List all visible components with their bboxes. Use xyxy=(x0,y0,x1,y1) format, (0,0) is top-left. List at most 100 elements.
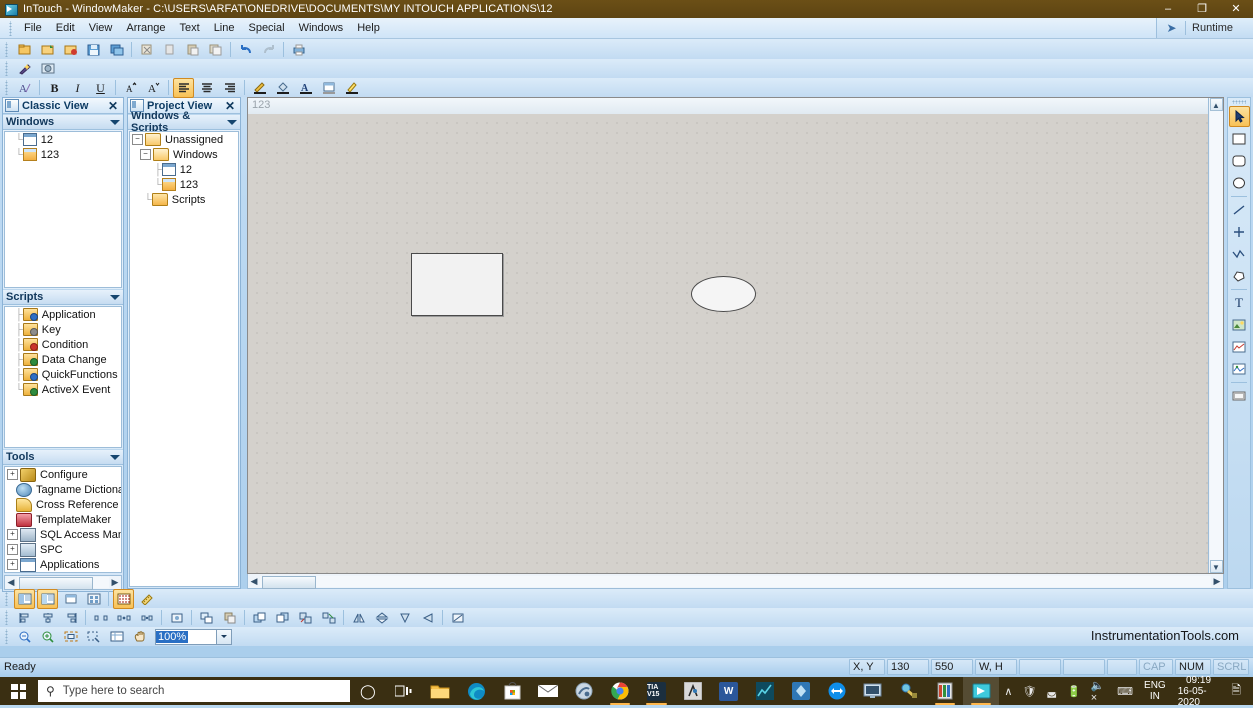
taskbar-app-teamviewer[interactable] xyxy=(819,677,855,705)
scroll-left-icon[interactable]: ◀ xyxy=(5,577,17,588)
expander-icon[interactable]: + xyxy=(7,559,18,570)
menu-windows[interactable]: Windows xyxy=(292,20,351,36)
taskbar-app-drive-tool[interactable] xyxy=(891,677,927,705)
battery-icon[interactable]: 🔋 xyxy=(1062,685,1086,698)
clock[interactable]: 09:19 16-05-2020 xyxy=(1172,675,1226,708)
center-vertical-button[interactable] xyxy=(136,608,157,628)
menu-grip[interactable] xyxy=(9,20,14,36)
paste-button[interactable] xyxy=(182,39,203,59)
classic-view-close-icon[interactable]: ✕ xyxy=(105,100,121,112)
align-right-button[interactable] xyxy=(219,78,240,98)
cortana-button[interactable]: ◯ xyxy=(350,677,386,705)
tools-horizontal-scrollbar[interactable]: ◀ ▶ xyxy=(4,575,122,590)
start-button[interactable] xyxy=(0,677,38,705)
zoom-fit-button[interactable] xyxy=(60,627,81,647)
scroll-right-icon[interactable]: ▶ xyxy=(109,577,121,588)
format-toolbar-grip[interactable] xyxy=(5,80,10,95)
zoom-out-button[interactable] xyxy=(14,627,35,647)
space-evenly-button[interactable] xyxy=(90,608,111,628)
close-window-button[interactable] xyxy=(60,39,81,59)
taskbar-app-simatic-tool[interactable] xyxy=(675,677,711,705)
button-tool[interactable] xyxy=(1229,385,1250,406)
redo-button[interactable] xyxy=(258,39,279,59)
canvas-horizontal-scrollbar[interactable]: ◀ ▶ xyxy=(247,574,1224,589)
menu-help[interactable]: Help xyxy=(350,20,387,36)
classic-tools-header[interactable]: Tools xyxy=(3,449,123,465)
align-left-button[interactable] xyxy=(173,77,194,98)
classic-windows-header[interactable]: Windows xyxy=(3,114,123,130)
zoom-in-button[interactable] xyxy=(37,627,58,647)
taskbar-app-tia-portal-v15[interactable]: TIA V15 xyxy=(638,677,674,705)
menu-line[interactable]: Line xyxy=(207,20,242,36)
taskbar-app-microsoft-word[interactable]: W xyxy=(711,677,747,705)
classic-view-toggle[interactable] xyxy=(14,588,35,609)
ellipse-tool[interactable] xyxy=(1229,172,1250,193)
taskbar-app-microsoft-edge[interactable] xyxy=(458,677,494,705)
menu-arrange[interactable]: Arrange xyxy=(119,20,172,36)
center-horizontal-button[interactable] xyxy=(113,608,134,628)
snap-button[interactable] xyxy=(166,608,187,628)
underline-button[interactable]: U xyxy=(90,78,111,98)
expander-icon[interactable]: + xyxy=(7,469,18,480)
rectangle-tool[interactable] xyxy=(1229,128,1250,149)
wifi-icon[interactable]: ◛ xyxy=(1041,685,1062,698)
zoom-input[interactable]: 100% xyxy=(155,628,217,645)
tool-item-tagname-dictionary[interactable]: Tagname Dictiona xyxy=(5,482,121,497)
italic-button[interactable]: I xyxy=(67,78,88,98)
reshape-button[interactable] xyxy=(417,608,438,628)
zoom-window-button[interactable] xyxy=(106,627,127,647)
classic-scripts-tree[interactable]: ├ Application ├ Key ├ Condition ├ Data C… xyxy=(4,306,122,448)
chevron-down-icon[interactable] xyxy=(110,294,120,300)
zoom-level-combo[interactable]: 100% xyxy=(155,628,232,645)
align-objects-center-button[interactable] xyxy=(37,608,58,628)
chevron-down-icon[interactable] xyxy=(110,119,120,125)
expander-icon[interactable]: − xyxy=(140,149,151,160)
realtime-trend-tool[interactable] xyxy=(1229,336,1250,357)
tool-item-cross-reference[interactable]: Cross Reference xyxy=(5,497,121,512)
undo-button[interactable] xyxy=(235,39,256,59)
windows-scripts-header[interactable]: Windows & Scripts xyxy=(128,110,240,134)
increase-font-button[interactable]: A xyxy=(143,78,164,98)
canvas-vertical-scrollbar[interactable]: ▲ ▼ xyxy=(1208,98,1223,573)
classic-scripts-header[interactable]: Scripts xyxy=(3,289,123,305)
expander-icon[interactable]: + xyxy=(7,544,18,555)
minimize-button[interactable]: – xyxy=(1151,0,1185,18)
show-grid-toggle[interactable] xyxy=(113,588,134,609)
line-tool[interactable] xyxy=(1229,199,1250,220)
duplicate-button[interactable] xyxy=(205,39,226,59)
flip-horizontal-button[interactable] xyxy=(348,608,369,628)
rotate-button[interactable] xyxy=(394,608,415,628)
scroll-left-icon[interactable]: ◀ xyxy=(248,576,260,587)
taskbar-app-microsoft-store[interactable] xyxy=(494,677,530,705)
taskbar-app-google-chrome[interactable] xyxy=(602,677,638,705)
tool-item-spc[interactable]: + SPC xyxy=(5,542,121,557)
group-button[interactable] xyxy=(295,608,316,628)
new-window-button[interactable] xyxy=(14,39,35,59)
keyboard-icon[interactable]: ⌨ xyxy=(1112,685,1138,698)
security-shield-icon[interactable]: 🛡 xyxy=(1017,685,1041,698)
expander-icon[interactable]: − xyxy=(132,134,143,145)
expander-icon[interactable]: + xyxy=(7,529,18,540)
classic-windows-tree[interactable]: └ 12 └ 123 xyxy=(4,131,122,288)
highlight-color-button[interactable] xyxy=(341,78,362,98)
script-item-condition[interactable]: ├ Condition xyxy=(5,337,121,352)
script-item-activex-event[interactable]: └ ActiveX Event xyxy=(5,382,121,397)
copy-button[interactable] xyxy=(159,39,180,59)
fill-color-button[interactable] xyxy=(272,78,293,98)
print-button[interactable] xyxy=(288,39,309,59)
menu-file[interactable]: File xyxy=(17,20,49,36)
action-center-icon[interactable]: 🗎 xyxy=(1225,681,1249,702)
ruler-toggle[interactable] xyxy=(136,589,157,609)
flip-vertical-button[interactable] xyxy=(371,608,392,628)
tree-node-unassigned[interactable]: − Unassigned xyxy=(130,132,238,147)
align-objects-right-button[interactable] xyxy=(60,608,81,628)
rectangle-object[interactable] xyxy=(411,253,503,316)
tool-item-applications[interactable]: + Applications xyxy=(5,557,121,572)
standard-toolbar-grip[interactable] xyxy=(5,41,10,57)
menu-text[interactable]: Text xyxy=(173,20,207,36)
script-item-application[interactable]: ├ Application xyxy=(5,307,121,322)
thumbnail-toggle[interactable] xyxy=(83,589,104,609)
h-v-line-tool[interactable] xyxy=(1229,221,1250,242)
tree-node-window-123[interactable]: └ 123 xyxy=(130,177,238,192)
tray-expand-chevron-icon[interactable]: ∧ xyxy=(999,685,1017,698)
